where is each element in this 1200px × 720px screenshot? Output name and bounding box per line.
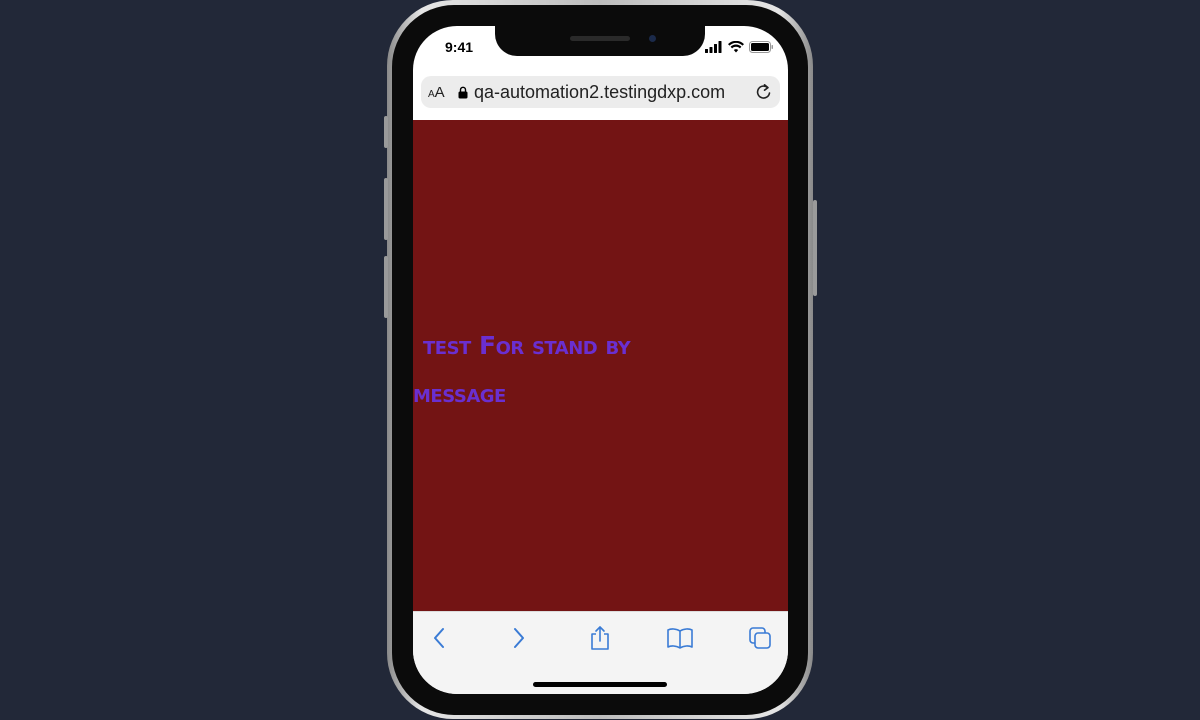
text-size-large-label: A bbox=[434, 83, 445, 101]
tabs-button[interactable] bbox=[746, 624, 774, 652]
forward-button[interactable] bbox=[505, 624, 533, 652]
status-time: 9:41 bbox=[445, 39, 474, 55]
mute-switch bbox=[384, 116, 388, 148]
phone-notch bbox=[495, 26, 705, 56]
status-icons bbox=[705, 41, 774, 53]
text-size-small-label: A bbox=[428, 88, 435, 100]
bookmarks-button[interactable] bbox=[666, 624, 694, 652]
back-button[interactable] bbox=[425, 624, 453, 652]
back-icon bbox=[434, 628, 444, 648]
battery-icon bbox=[749, 41, 773, 53]
web-page-content: test For stand by message bbox=[413, 120, 788, 611]
earpiece-speaker bbox=[570, 36, 630, 41]
cellular-signal-icon bbox=[705, 41, 722, 53]
share-icon bbox=[591, 626, 609, 650]
stage: 9:41 A A qa-automation2.testingdxp.com t… bbox=[0, 0, 1200, 720]
address-bar[interactable]: A A qa-automation2.testingdxp.com bbox=[421, 76, 780, 108]
power-button bbox=[813, 200, 817, 296]
front-camera bbox=[649, 35, 656, 42]
text-size-button[interactable]: A A bbox=[428, 84, 450, 101]
lock-icon bbox=[458, 86, 468, 98]
volume-down-button bbox=[384, 256, 388, 318]
share-button[interactable] bbox=[586, 624, 614, 652]
reload-icon[interactable] bbox=[754, 82, 774, 102]
wifi-icon bbox=[728, 41, 744, 53]
phone-screen: 9:41 A A qa-automation2.testingdxp.com t… bbox=[413, 26, 788, 694]
volume-up-button bbox=[384, 178, 388, 240]
bookmarks-icon bbox=[667, 628, 693, 649]
standby-message: test For stand by message bbox=[413, 331, 631, 408]
browser-toolbar bbox=[413, 611, 788, 694]
tabs-icon bbox=[749, 627, 771, 649]
home-indicator[interactable] bbox=[533, 682, 667, 687]
forward-icon bbox=[514, 628, 524, 648]
url-text[interactable]: qa-automation2.testingdxp.com bbox=[474, 82, 725, 103]
